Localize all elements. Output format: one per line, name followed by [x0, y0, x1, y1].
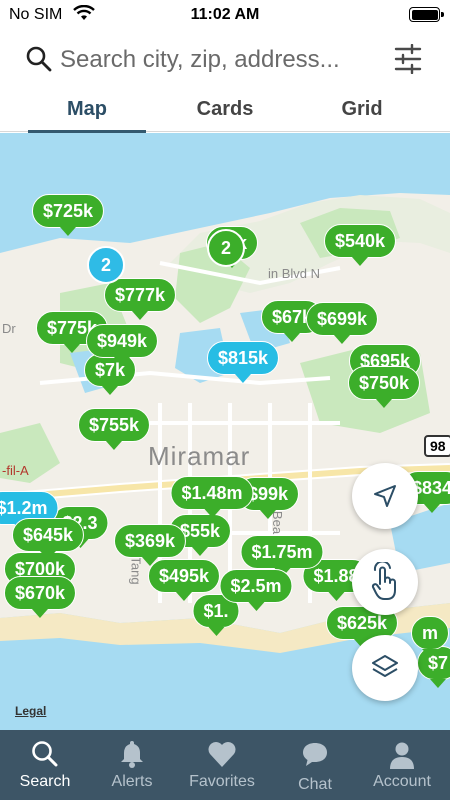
price-pin[interactable]: $540k [323, 224, 397, 266]
price-pin[interactable]: $755k [77, 408, 151, 450]
nav-search[interactable]: Search [0, 730, 90, 800]
price-pin[interactable]: $725k [31, 194, 105, 236]
price-pin[interactable]: $1.75m [240, 535, 324, 577]
map-view[interactable]: Miramar in Blvd N Dr -fil-A Tang Bea 98 … [0, 133, 450, 730]
road-label: Dr [2, 321, 16, 336]
nav-label: Account [373, 773, 431, 790]
price-pin[interactable]: $815k [206, 341, 280, 383]
nav-label: Favorites [189, 773, 255, 790]
nav-alerts[interactable]: Alerts [87, 730, 177, 800]
road-label: in Blvd N [268, 266, 321, 281]
price-pin[interactable]: m [410, 616, 450, 658]
tab-cards[interactable]: Cards [166, 90, 284, 132]
price-pin[interactable]: $2.5m [219, 569, 293, 611]
person-icon [388, 740, 416, 775]
price-pin[interactable]: $670k [3, 576, 77, 618]
map-layers-button[interactable] [352, 635, 418, 701]
legal-link[interactable]: Legal [15, 704, 46, 718]
bottom-nav: Search Alerts Favorites Chat Account [0, 730, 450, 800]
chat-bubble-icon [301, 740, 329, 773]
clock: 11:02 AM [190, 6, 260, 23]
nav-label: Search [19, 773, 71, 790]
view-tabs: Map Cards Grid [0, 90, 450, 133]
price-pin[interactable]: $699k [305, 302, 379, 344]
price-pin[interactable]: $369k [113, 524, 187, 566]
price-pin[interactable]: $495k [147, 559, 221, 601]
price-pin[interactable]: $1.48m [170, 476, 254, 518]
heart-icon [207, 740, 237, 773]
poi-label: -fil-A [2, 463, 29, 478]
filter-sliders-icon[interactable] [394, 43, 422, 79]
price-pin[interactable]: $645k [11, 518, 85, 560]
town-label: Miramar [148, 441, 251, 471]
highway-shield: 98 [424, 435, 450, 457]
battery-icon [409, 7, 444, 22]
location-arrow-icon [374, 485, 396, 507]
bell-icon [120, 740, 144, 773]
nav-label: Alerts [111, 773, 153, 790]
search-icon [31, 740, 59, 773]
nav-favorites[interactable]: Favorites [177, 730, 267, 800]
draw-search-button[interactable] [352, 549, 418, 615]
nav-label: Chat [298, 776, 332, 793]
map-cluster[interactable]: 2 [87, 246, 125, 284]
tab-grid[interactable]: Grid [303, 90, 421, 132]
locate-me-button[interactable] [352, 463, 418, 529]
price-pin[interactable]: $750k [347, 366, 421, 408]
search-input[interactable] [60, 43, 380, 77]
status-bar: No SIM 11:02 AM [0, 0, 450, 30]
nav-chat[interactable]: Chat [270, 730, 360, 800]
nav-account[interactable]: Account [357, 730, 447, 800]
search-icon[interactable] [26, 46, 52, 77]
price-pin[interactable]: $949k [85, 324, 159, 366]
layers-icon [372, 655, 398, 677]
price-pin[interactable]: $777k [103, 278, 177, 320]
tab-map[interactable]: Map [28, 90, 146, 133]
map-cluster[interactable]: 2 [207, 229, 245, 267]
hand-tap-icon [371, 562, 396, 600]
search-bar [0, 34, 450, 86]
